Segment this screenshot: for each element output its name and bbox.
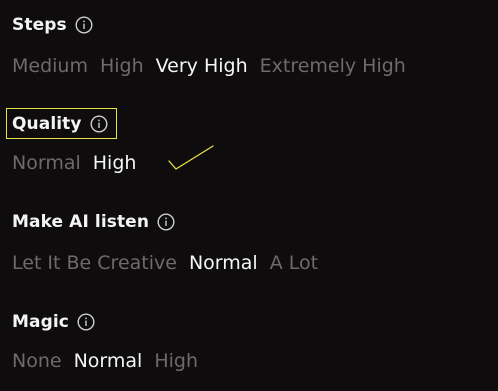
quality-option-high[interactable]: High xyxy=(93,152,137,174)
info-icon[interactable] xyxy=(77,313,95,331)
make-ai-listen-section: Make AI listen Let It Be Creative Normal… xyxy=(12,210,318,278)
quality-option-normal[interactable]: Normal xyxy=(12,152,81,174)
listen-option-normal[interactable]: Normal xyxy=(189,252,258,274)
magic-option-normal[interactable]: Normal xyxy=(74,350,143,372)
listen-option-let-it-be-creative[interactable]: Let It Be Creative xyxy=(12,252,177,274)
quality-options: Normal High xyxy=(12,148,136,178)
steps-option-extremely-high[interactable]: Extremely High xyxy=(260,55,406,77)
steps-options: Medium High Very High Extremely High xyxy=(12,51,406,81)
make-ai-listen-options: Let It Be Creative Normal A Lot xyxy=(12,248,318,278)
steps-header: Steps xyxy=(12,13,406,37)
make-ai-listen-title: Make AI listen xyxy=(12,212,150,232)
checkmark-annotation-icon xyxy=(168,145,214,170)
info-icon[interactable] xyxy=(157,213,175,231)
steps-option-high[interactable]: High xyxy=(100,55,144,77)
quality-header: Quality xyxy=(12,112,136,136)
info-icon[interactable] xyxy=(75,16,93,34)
magic-header: Magic xyxy=(12,310,198,334)
info-icon[interactable] xyxy=(90,115,108,133)
make-ai-listen-header: Make AI listen xyxy=(12,210,318,234)
steps-section: Steps Medium High Very High Extremely Hi… xyxy=(12,13,406,81)
steps-option-medium[interactable]: Medium xyxy=(12,55,88,77)
steps-option-very-high[interactable]: Very High xyxy=(156,55,248,77)
magic-option-none[interactable]: None xyxy=(12,350,62,372)
magic-section: Magic None Normal High xyxy=(12,310,198,376)
quality-title: Quality xyxy=(12,114,82,134)
listen-option-a-lot[interactable]: A Lot xyxy=(270,252,318,274)
steps-title: Steps xyxy=(12,15,67,35)
magic-title: Magic xyxy=(12,312,69,332)
magic-options: None Normal High xyxy=(12,346,198,376)
quality-section: Quality Normal High xyxy=(12,112,136,178)
magic-option-high[interactable]: High xyxy=(154,350,198,372)
